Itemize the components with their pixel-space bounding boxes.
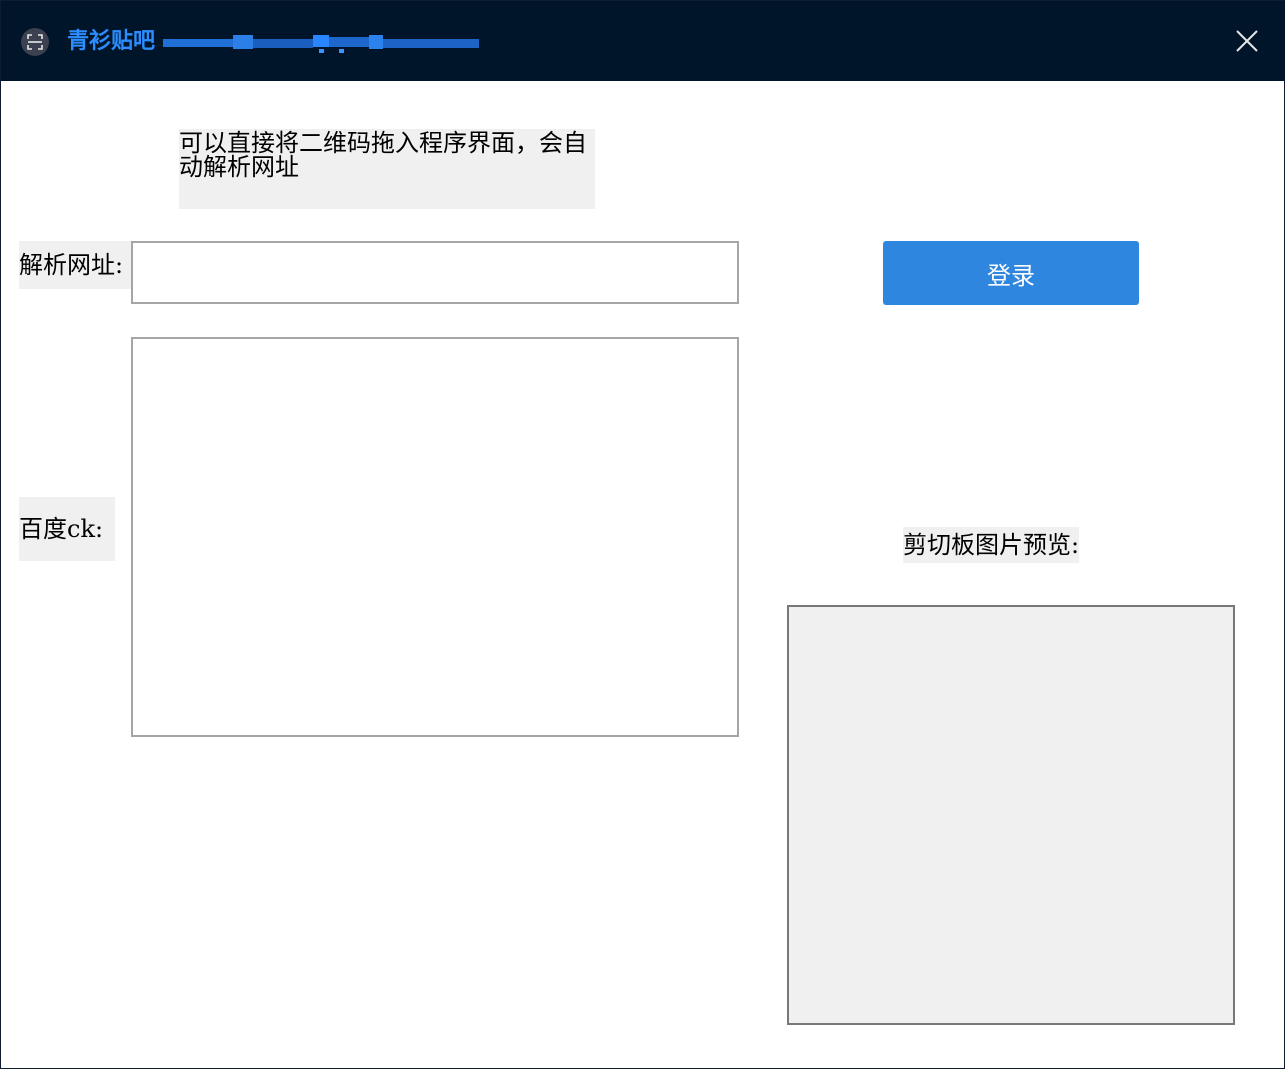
close-button[interactable] (1231, 25, 1263, 57)
ck-field-label: 百度ck: (19, 497, 115, 561)
clipboard-preview-label: 剪切板图片预览: (903, 527, 1079, 563)
window-title: 青衫贴吧 (67, 29, 156, 54)
url-input[interactable] (131, 241, 739, 304)
baidu-ck-textarea[interactable] (131, 337, 739, 737)
app-window: 青衫贴吧 可以直接将二维码拖入程序界面，会自动解析网址 解析网址: 登录 百度c… (0, 0, 1285, 1069)
login-button[interactable]: 登录 (883, 241, 1139, 305)
clipboard-image-preview (787, 605, 1235, 1025)
scan-icon (21, 28, 49, 56)
title-bar[interactable]: 青衫贴吧 (1, 1, 1285, 81)
close-icon (1236, 30, 1258, 52)
drag-qr-hint: 可以直接将二维码拖入程序界面，会自动解析网址 (179, 129, 595, 209)
url-field-label: 解析网址: (19, 241, 131, 289)
redacted-title-suffix (163, 35, 479, 53)
